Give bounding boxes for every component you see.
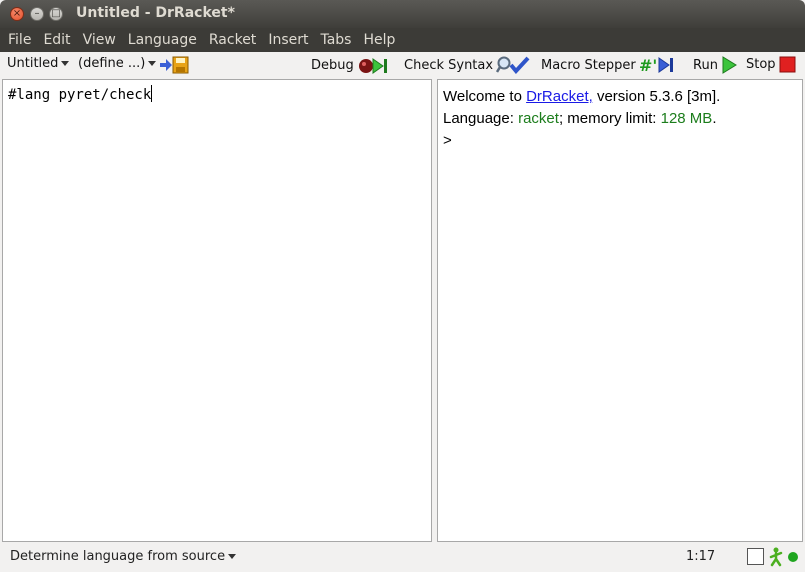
file-popup-menu[interactable]: Untitled [7, 56, 70, 71]
svg-text:#': #' [639, 56, 657, 74]
editor-code-text: #lang pyret/check [8, 87, 152, 103]
gc-walker-icon [769, 547, 783, 567]
check-syntax-button[interactable]: Check Syntax [404, 56, 530, 74]
close-icon[interactable]: × [10, 7, 24, 21]
check-syntax-label: Check Syntax [404, 57, 494, 73]
drracket-link[interactable]: DrRacket, [526, 88, 593, 105]
save-icon [160, 56, 189, 74]
memory-suffix: . [712, 110, 717, 127]
language-selector[interactable]: Determine language from source [10, 549, 237, 564]
menu-edit[interactable]: Edit [37, 28, 76, 52]
status-dot-icon [788, 552, 798, 562]
window-title: Untitled - DrRacket* [76, 5, 235, 21]
menu-language[interactable]: Language [122, 28, 203, 52]
minimize-icon[interactable]: – [30, 7, 44, 21]
check-syntax-icon [496, 56, 530, 74]
read-only-indicator [747, 548, 764, 565]
stop-icon [779, 56, 796, 73]
menu-bar: File Edit View Language Racket Insert Ta… [0, 28, 805, 52]
repl-prompt[interactable]: > [443, 130, 720, 152]
chevron-down-icon [61, 61, 70, 66]
repl-output: Welcome to DrRacket, version 5.3.6 [3m].… [443, 86, 720, 152]
stop-button[interactable]: Stop [746, 56, 796, 73]
macro-stepper-icon: #' [639, 56, 673, 74]
run-button[interactable]: Run [693, 56, 737, 74]
chevron-down-icon [228, 554, 237, 559]
language-selector-label: Determine language from source [10, 549, 226, 564]
menu-tabs[interactable]: Tabs [314, 28, 357, 52]
title-bar: × – □ Untitled - DrRacket* [0, 0, 805, 28]
language-name: racket [518, 110, 559, 127]
welcome-suffix: version 5.3.6 [3m]. [592, 88, 721, 105]
menu-help[interactable]: Help [357, 28, 401, 52]
toolbar: Untitled (define ...) Debug Check Syntax [0, 52, 805, 78]
menu-view[interactable]: View [77, 28, 122, 52]
cursor-position: 1:17 [686, 549, 716, 564]
macro-stepper-label: Macro Stepper [541, 57, 636, 73]
menu-racket[interactable]: Racket [203, 28, 262, 52]
run-label: Run [693, 57, 718, 73]
save-button[interactable] [156, 56, 189, 74]
debug-icon [358, 58, 387, 74]
repl-welcome-line: Welcome to DrRacket, version 5.3.6 [3m]. [443, 86, 720, 108]
text-cursor [151, 85, 153, 102]
interactions-pane[interactable]: Welcome to DrRacket, version 5.3.6 [3m].… [437, 79, 803, 542]
menu-insert[interactable]: Insert [262, 28, 314, 52]
language-prefix: Language: [443, 110, 519, 127]
define-popup-menu[interactable]: (define ...) [78, 56, 157, 71]
maximize-icon[interactable]: □ [49, 7, 63, 21]
file-popup-label: Untitled [7, 56, 59, 71]
welcome-prefix: Welcome to [443, 88, 527, 105]
repl-language-line: Language: racket; memory limit: 128 MB. [443, 108, 720, 130]
definitions-editor[interactable]: #lang pyret/check [2, 79, 432, 542]
menu-file[interactable]: File [2, 28, 37, 52]
debug-button[interactable]: Debug [311, 56, 391, 74]
run-icon [722, 56, 737, 74]
status-bar: Determine language from source 1:17 [0, 543, 805, 572]
memory-value: 128 MB [660, 110, 713, 127]
debug-label: Debug [311, 57, 354, 73]
memory-prefix: ; memory limit: [558, 110, 661, 127]
editor-code-line: #lang pyret/check [8, 85, 153, 103]
macro-stepper-button[interactable]: Macro Stepper #' [541, 56, 675, 74]
stop-label: Stop [746, 57, 776, 72]
define-popup-label: (define ...) [78, 56, 146, 71]
